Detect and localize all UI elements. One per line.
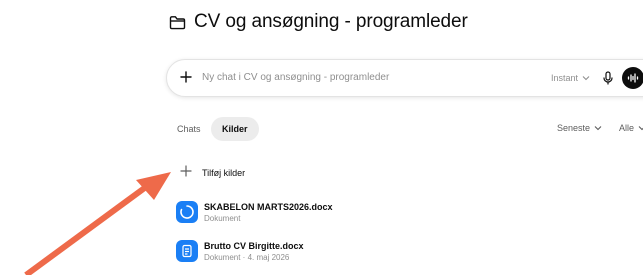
voice-mode-icon[interactable]: [622, 67, 643, 89]
folder-icon: [169, 15, 186, 30]
tab-chats[interactable]: Chats: [169, 117, 209, 141]
chevron-down-icon: [582, 73, 590, 83]
chevron-down-icon: [638, 123, 643, 133]
file-subtitle: Dokument: [204, 213, 241, 223]
type-filter-label: Alle: [619, 123, 635, 133]
document-icon: [176, 240, 198, 262]
source-file-row[interactable]: SKABELON MARTS2026.docx Dokument: [176, 201, 333, 223]
file-name: SKABELON MARTS2026.docx: [204, 201, 333, 212]
file-subtitle: Dokument · 4. maj 2026: [204, 252, 290, 262]
plus-icon: [180, 164, 192, 182]
type-filter-dropdown[interactable]: Alle: [619, 123, 643, 133]
new-chat-input[interactable]: Ny chat i CV og ansøgning - programleder: [202, 72, 389, 83]
loading-spinner-icon: [176, 201, 198, 223]
add-sources-label: Tilføj kilder: [202, 168, 246, 178]
sort-dropdown[interactable]: Seneste: [557, 123, 602, 133]
microphone-icon[interactable]: [603, 71, 613, 90]
page-title: CV og ansøgning - programleder: [169, 11, 468, 33]
new-chat-composer[interactable]: Ny chat i CV og ansøgning - programleder…: [166, 59, 643, 97]
chevron-down-icon: [594, 123, 602, 133]
model-selector[interactable]: Instant: [551, 73, 590, 83]
annotation-arrow: [24, 172, 171, 275]
add-sources-button[interactable]: Tilføj kilder: [180, 164, 245, 182]
model-label: Instant: [551, 73, 579, 83]
plus-icon[interactable]: [179, 70, 193, 89]
source-file-row[interactable]: Brutto CV Birgitte.docx Dokument · 4. ma…: [176, 240, 304, 262]
tab-sources[interactable]: Kilder: [211, 117, 259, 141]
file-name: Brutto CV Birgitte.docx: [204, 240, 304, 251]
sort-label: Seneste: [557, 123, 591, 133]
project-title: CV og ansøgning - programleder: [194, 11, 468, 32]
